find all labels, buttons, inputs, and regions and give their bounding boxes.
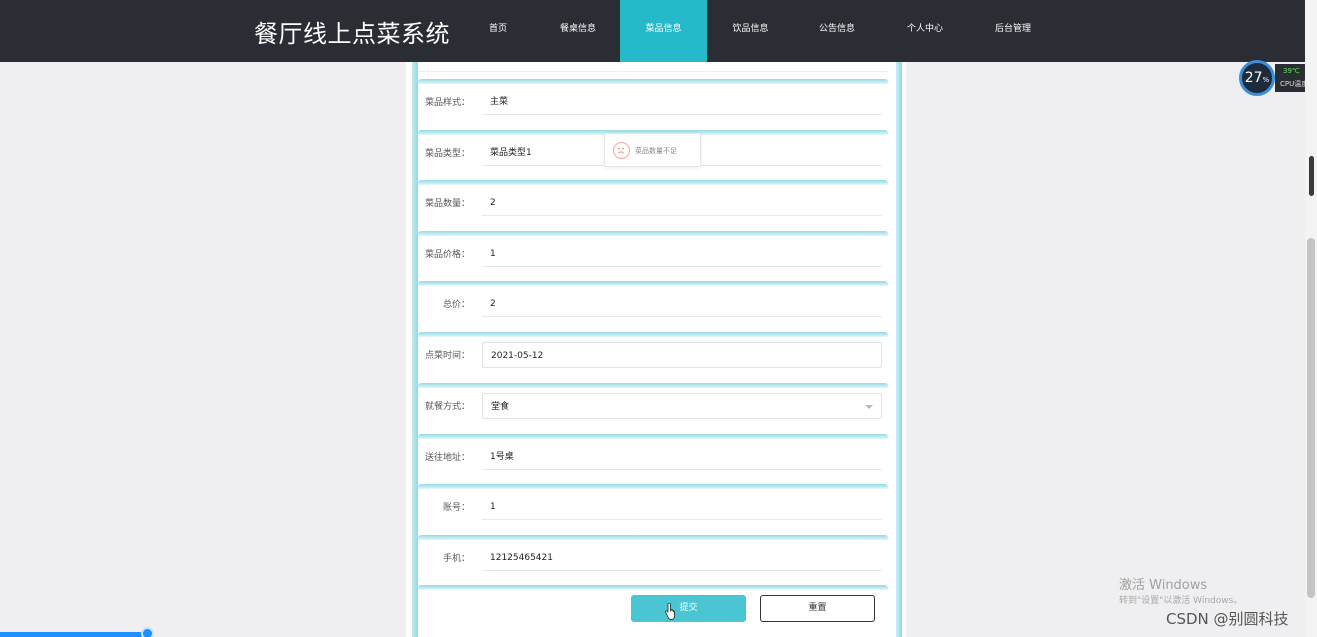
field-label: 送往地址： xyxy=(424,453,470,463)
dish-style-input[interactable]: 主菜 xyxy=(482,89,882,115)
toast-message: 菜品数量不足 xyxy=(635,147,677,155)
field-dish-price: 菜品价格： 1 xyxy=(418,231,888,279)
hand-cursor-icon xyxy=(665,603,675,620)
site-title: 餐厅线上点菜系统 xyxy=(254,20,450,48)
field-total-price: 总价： 2 xyxy=(418,281,888,329)
submit-button[interactable]: 提交 xyxy=(631,595,746,622)
field-label: 点菜时间： xyxy=(424,351,470,361)
total-price-input[interactable]: 2 xyxy=(482,291,882,317)
scrollbar-thumb[interactable] xyxy=(1307,238,1315,598)
cpu-usage-ring: 27% xyxy=(1239,60,1275,96)
error-toast: 菜品数量不足 xyxy=(604,133,701,167)
cpu-temp: 39℃ xyxy=(1283,67,1300,75)
field-dining-method: 就餐方式： 堂食 xyxy=(418,383,888,431)
nav-tables[interactable]: 餐桌信息 xyxy=(536,0,620,62)
field-label: 菜品样式： xyxy=(424,98,470,108)
cpu-temp-label: CPU温度 xyxy=(1280,80,1309,88)
progress-handle[interactable] xyxy=(141,627,154,637)
reset-button[interactable]: 重置 xyxy=(760,595,875,622)
nav-home[interactable]: 首页 xyxy=(460,0,536,62)
field-delivery-address: 送往地址： 1号桌 xyxy=(418,434,888,482)
field-label: 就餐方式： xyxy=(424,402,470,412)
sad-face-icon xyxy=(613,142,630,159)
field-label: 菜品类型： xyxy=(424,149,470,159)
form-top-edge xyxy=(418,62,888,72)
dish-price-input[interactable]: 1 xyxy=(482,241,882,267)
field-dish-style: 菜品样式： 主菜 xyxy=(418,79,888,127)
page-scrollbar[interactable] xyxy=(1305,0,1317,637)
dish-quantity-input[interactable]: 2 xyxy=(482,190,882,216)
windows-activation-hint: 转到"设置"以激活 Windows。 xyxy=(1119,596,1243,606)
scroll-indicator xyxy=(1309,156,1314,196)
dining-method-select[interactable]: 堂食 xyxy=(482,393,882,419)
phone-input[interactable]: 12125465421 xyxy=(482,545,882,571)
field-phone: 手机： 12125465421 xyxy=(418,535,888,583)
main-nav: 首页 餐桌信息 菜品信息 饮品信息 公告信息 个人中心 后台管理 xyxy=(460,0,1056,62)
nav-announcements[interactable]: 公告信息 xyxy=(794,0,880,62)
field-label: 菜品价格： xyxy=(424,250,470,260)
field-order-time: 点菜时间： 2021-05-12 xyxy=(418,332,888,380)
field-label: 账号： xyxy=(442,503,470,513)
csdn-watermark: CSDN @别圆科技 xyxy=(1166,610,1289,628)
nav-profile[interactable]: 个人中心 xyxy=(880,0,970,62)
field-dish-quantity: 菜品数量： 2 xyxy=(418,180,888,228)
delivery-address-input[interactable]: 1号桌 xyxy=(482,444,882,470)
nav-dishes[interactable]: 菜品信息 xyxy=(620,0,707,62)
field-label: 总价： xyxy=(442,300,470,310)
nav-drinks[interactable]: 饮品信息 xyxy=(707,0,794,62)
windows-activation-title: 激活 Windows xyxy=(1119,578,1208,593)
account-input[interactable]: 1 xyxy=(482,494,882,520)
top-navbar: 餐厅线上点菜系统 首页 餐桌信息 菜品信息 饮品信息 公告信息 个人中心 后台管… xyxy=(0,0,1305,62)
dining-method-value: 堂食 xyxy=(491,402,510,412)
nav-admin[interactable]: 后台管理 xyxy=(970,0,1056,62)
chevron-down-icon xyxy=(865,405,873,409)
video-progress-bar[interactable] xyxy=(0,632,145,637)
field-label: 手机： xyxy=(442,554,470,564)
field-account: 账号： 1 xyxy=(418,484,888,532)
order-time-input[interactable]: 2021-05-12 xyxy=(482,342,882,368)
field-label: 菜品数量： xyxy=(424,199,470,209)
